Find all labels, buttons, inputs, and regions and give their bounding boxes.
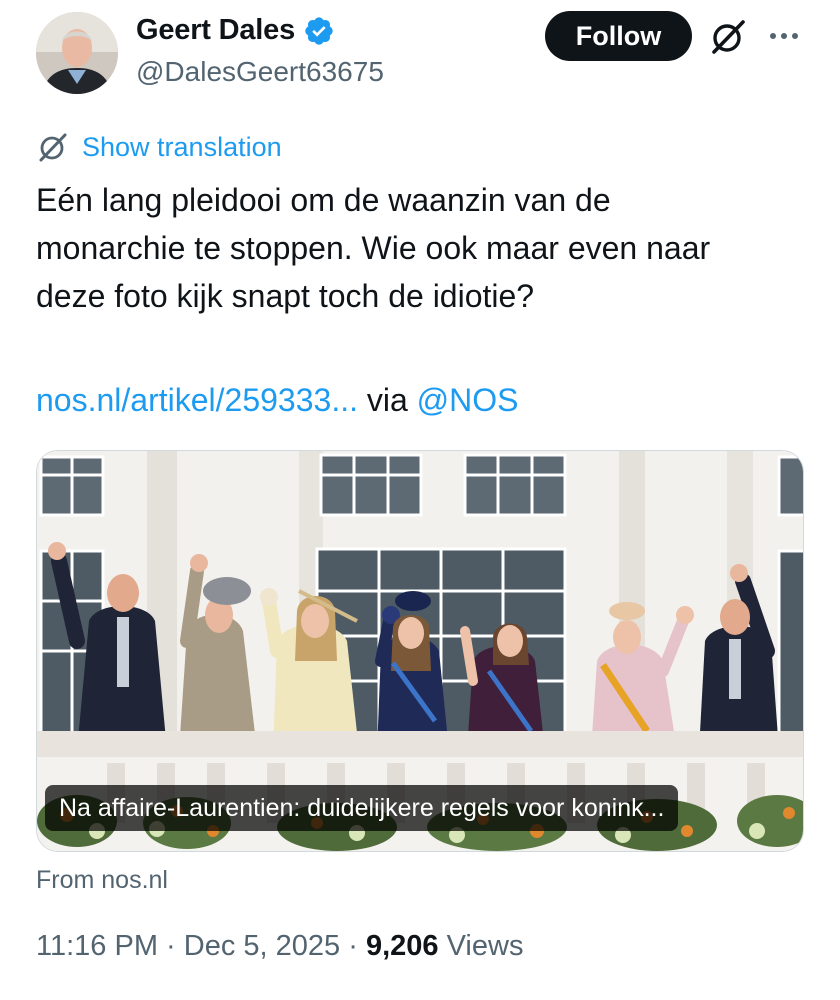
meta-separator: ·: [348, 930, 358, 962]
tweet-text: Eén lang pleidooi om de waanzin van de m…: [36, 176, 816, 320]
link-card[interactable]: Na affaire-Laurentien: duidelijkere rege…: [36, 450, 804, 852]
follow-button[interactable]: Follow: [545, 11, 692, 61]
avatar-image: [36, 12, 118, 94]
via-text: via: [366, 382, 408, 418]
grok-icon: [39, 133, 67, 162]
meta-separator: ·: [166, 930, 176, 962]
show-translation-link[interactable]: Show translation: [36, 130, 282, 164]
tweet-text-line: deze foto kijk snapt toch de idiotie?: [36, 278, 535, 314]
tweet-meta: 11:16 PM · Dec 5, 2025 · 9,206 Views: [36, 930, 523, 963]
show-translation-label[interactable]: Show translation: [82, 132, 282, 163]
author-name-row[interactable]: Geert Dales: [136, 14, 335, 47]
tweet-link-line: nos.nl/artikel/259333... via @NOS: [36, 378, 519, 422]
more-icon[interactable]: [764, 18, 804, 54]
author-display-name[interactable]: Geert Dales: [136, 14, 295, 47]
verified-badge-icon: [305, 16, 333, 45]
grok-icon[interactable]: [707, 16, 749, 58]
tweet-text-line: Eén lang pleidooi om de waanzin van de: [36, 182, 611, 218]
card-source[interactable]: From nos.nl: [36, 866, 168, 895]
tweet-text-line: monarchie te stoppen. Wie ook maar even …: [36, 230, 711, 266]
tweet-time[interactable]: 11:16 PM: [36, 930, 158, 962]
article-link[interactable]: nos.nl/artikel/259333...: [36, 382, 358, 418]
tweet-date[interactable]: Dec 5, 2025: [184, 930, 340, 962]
author-handle[interactable]: @DalesGeert63675: [136, 56, 384, 88]
nos-mention[interactable]: @NOS: [417, 382, 519, 418]
views-label[interactable]: Views: [447, 930, 524, 962]
avatar[interactable]: [36, 12, 118, 94]
views-count[interactable]: 9,206: [366, 930, 439, 962]
card-headline[interactable]: Na affaire-Laurentien: duidelijkere rege…: [45, 785, 679, 831]
